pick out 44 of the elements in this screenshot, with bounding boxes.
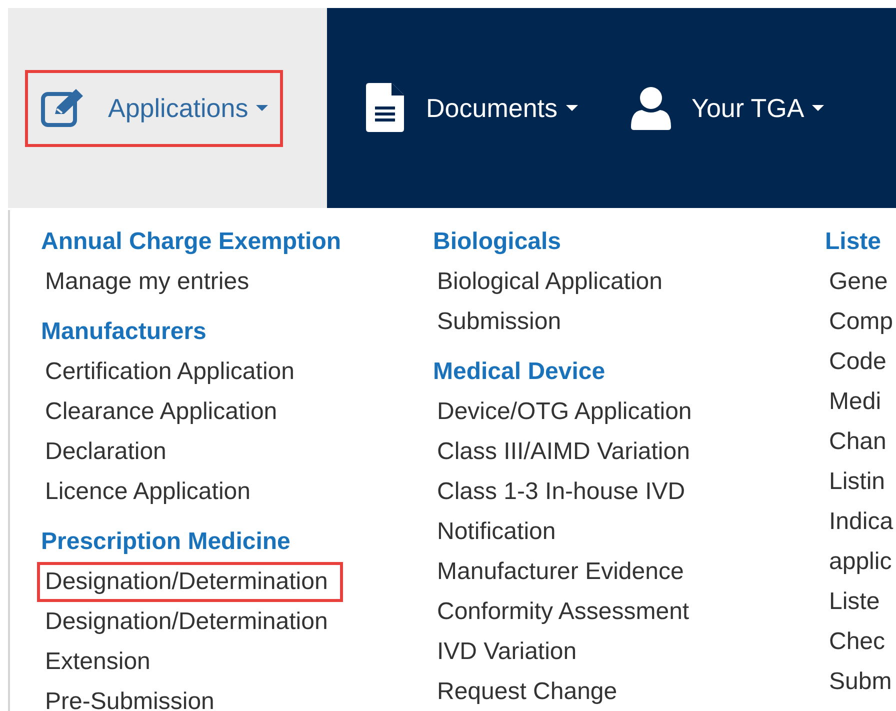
menu-heading: Prescription Medicine [40, 527, 292, 557]
menu-item[interactable]: Chec [821, 622, 888, 662]
menu-item[interactable]: Listin [821, 462, 888, 502]
menu-item[interactable]: Class III/AIMD Variation [429, 432, 693, 472]
nav-tab[interactable]: Applications [8, 8, 327, 208]
menu-item[interactable]: Request Change [429, 672, 620, 711]
menu-item[interactable]: Clearance Application [37, 392, 280, 432]
caret-icon [256, 105, 268, 111]
menu-item[interactable]: Device/OTG Application [429, 392, 695, 432]
menu-item[interactable]: Declaration [37, 432, 170, 472]
nav-tab[interactable]: Your TGA [592, 8, 840, 208]
menu-item[interactable]: Indica [821, 502, 896, 542]
menu-item[interactable]: Code [821, 342, 890, 382]
menu-item[interactable]: Certification Application [37, 352, 298, 392]
document-icon [364, 82, 406, 134]
menu-item[interactable]: Chan [821, 422, 890, 462]
menu-item[interactable]: Designation/Determination [37, 562, 343, 602]
nav-tab[interactable]: Documents [327, 8, 592, 208]
menu-item[interactable]: Comp [821, 302, 896, 342]
menu-item[interactable]: Manufacturer Evidence [429, 552, 687, 592]
menu-item[interactable]: Extension [37, 642, 154, 682]
menu-item[interactable]: Notification [429, 512, 559, 552]
menu-heading: Manufacturers [40, 317, 208, 347]
menu-item[interactable]: applic [821, 542, 895, 582]
menu-heading: Biologicals [432, 227, 562, 257]
menu-item[interactable]: Liste [821, 582, 883, 622]
menu-item[interactable]: Class 1-3 In-house IVD [429, 472, 688, 512]
menu-item[interactable]: Manage my entries [37, 262, 252, 302]
menu-item[interactable]: Subm [821, 662, 895, 702]
menu-item[interactable]: Biological Application [429, 262, 666, 302]
menu-item[interactable]: Gene [821, 262, 891, 302]
menu-item[interactable]: Conformity Assessment [429, 592, 692, 632]
user-icon [630, 85, 672, 131]
menu-heading: Medical Device [432, 357, 606, 387]
caret-icon [566, 105, 578, 111]
menu-item[interactable]: Designation/Determination [37, 602, 331, 642]
menu-item[interactable]: Submission [429, 302, 564, 342]
caret-icon [812, 105, 824, 111]
menu-item[interactable]: Pre-Submission [37, 682, 218, 711]
menu-item[interactable]: Medi [821, 382, 884, 422]
menu-heading: Liste [824, 227, 882, 257]
menu-item[interactable]: Licence Application [37, 472, 254, 512]
menu-item[interactable]: IVD Variation [429, 632, 580, 672]
menu-heading: Annual Charge Exemption [40, 227, 342, 257]
